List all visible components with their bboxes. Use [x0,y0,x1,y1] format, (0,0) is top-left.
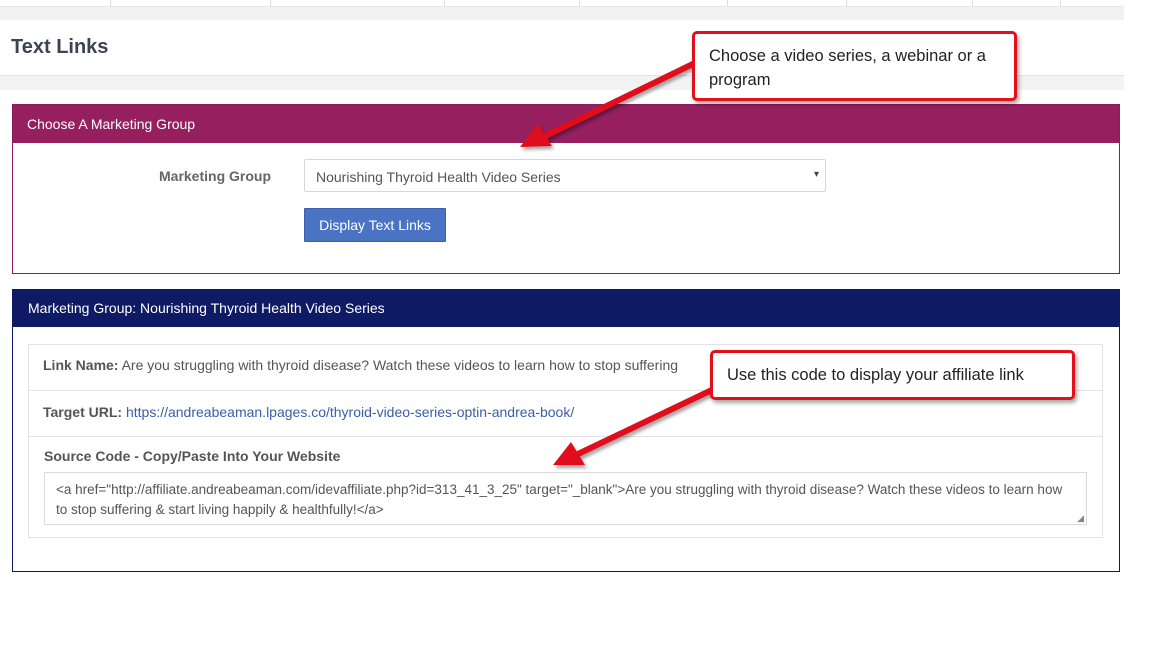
target-url-link[interactable]: https://andreabeaman.lpages.co/thyroid-v… [126,404,574,420]
choose-marketing-group-panel: Choose A Marketing Group Marketing Group… [12,104,1120,274]
callout-choose-group: Choose a video series, a webinar or a pr… [692,31,1017,101]
link-name-value: Are you struggling with thyroid disease?… [121,357,679,373]
source-code-textarea[interactable]: <a href="http://affiliate.andreabeaman.c… [44,472,1087,525]
nav-separator [110,0,111,6]
source-code-row: Source Code - Copy/Paste Into Your Websi… [29,437,1102,537]
callout-use-code: Use this code to display your affiliate … [710,350,1075,400]
display-text-links-button[interactable]: Display Text Links [304,208,446,242]
links-panel-header: Marketing Group: Nourishing Thyroid Heal… [13,290,1119,327]
nav-separator [727,0,728,6]
nav-separator [846,0,847,6]
nav-separator [444,0,445,6]
page-title: Text Links [11,36,109,58]
choose-panel-header: Choose A Marketing Group [13,105,1119,143]
marketing-group-links-panel: Marketing Group: Nourishing Thyroid Heal… [12,289,1120,572]
nav-separator [579,0,580,6]
resize-handle-icon[interactable]: ◢ [1077,514,1084,523]
chevron-down-icon: ▾ [813,169,819,180]
nav-separator [1060,0,1061,6]
target-url-label: Target URL: [43,404,123,420]
marketing-group-select[interactable]: Nourishing Thyroid Health Video Series ▾ [304,159,826,192]
top-nav-bar [0,0,1124,7]
marketing-group-label: Marketing Group [159,168,272,184]
source-code-label: Source Code - Copy/Paste Into Your Websi… [44,448,341,464]
marketing-group-selected-value: Nourishing Thyroid Health Video Series [316,169,561,185]
nav-separator [270,0,271,6]
nav-separator [972,0,973,6]
page: Text Links Choose A Marketing Group Mark… [0,0,1152,648]
link-name-label: Link Name: [43,357,119,373]
source-code-text: <a href="http://affiliate.andreabeaman.c… [56,482,1063,517]
sub-bar [0,7,1124,20]
